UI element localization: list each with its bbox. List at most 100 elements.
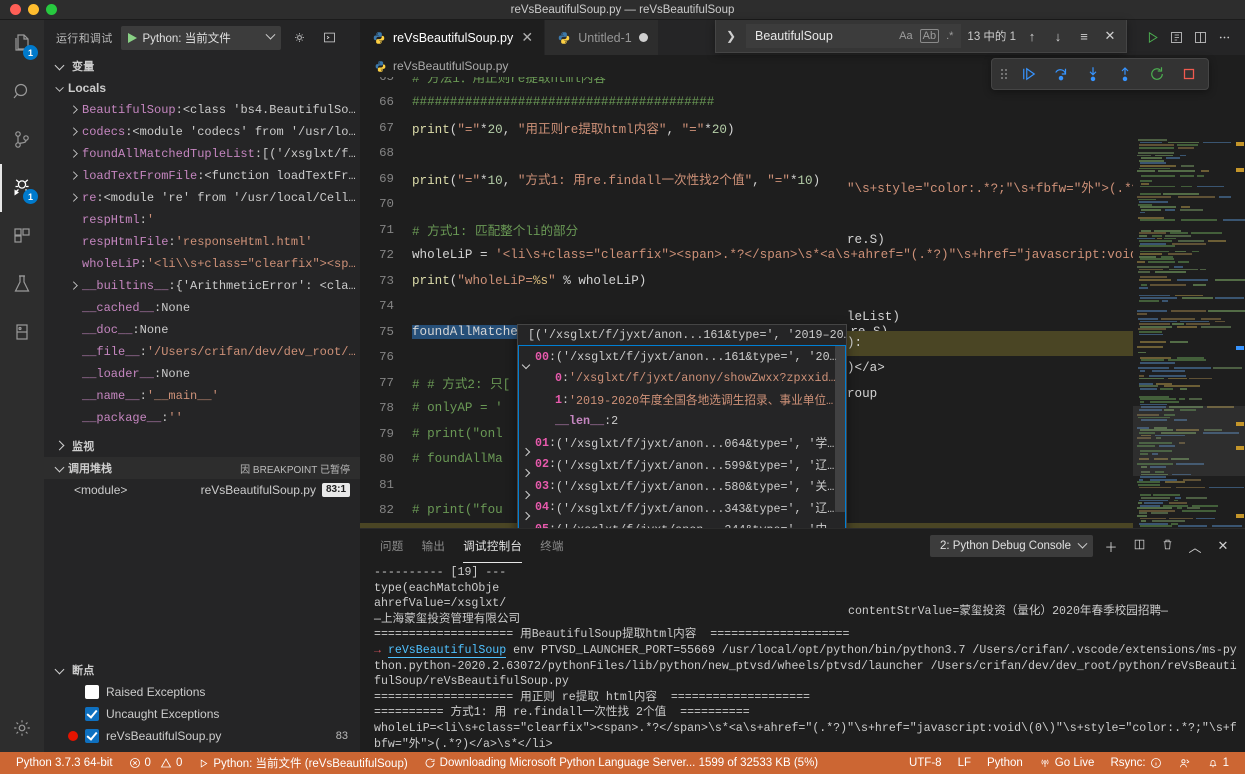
line-number[interactable]: 76 bbox=[360, 350, 412, 364]
drag-handle-icon[interactable] bbox=[996, 67, 1012, 81]
close-icon[interactable]: ✕ bbox=[520, 29, 534, 46]
activitybar-source-control[interactable] bbox=[0, 116, 44, 164]
find-in-selection-button[interactable]: ≡ bbox=[1074, 29, 1094, 44]
debug-continue-button[interactable] bbox=[1014, 61, 1044, 87]
editor-tab-1[interactable]: Untitled-1 bbox=[545, 20, 659, 55]
kill-terminal-button[interactable] bbox=[1157, 538, 1177, 554]
split-terminal-button[interactable] bbox=[1129, 538, 1149, 554]
breakpoint-checkbox[interactable] bbox=[85, 685, 99, 699]
line-number[interactable]: 79 bbox=[360, 427, 412, 441]
minimap-slider[interactable] bbox=[1133, 406, 1245, 476]
chevron-right-icon[interactable] bbox=[67, 191, 81, 205]
open-preview-button[interactable] bbox=[1165, 27, 1187, 49]
variable-row[interactable]: __package__: '' bbox=[44, 407, 360, 429]
variable-row[interactable]: BeautifulSoup: <class 'bs4.BeautifulSoup… bbox=[44, 99, 360, 121]
datatip-row[interactable]: 0: '/xsglxt/f/jyxt/anony/showZwxx?zpxxid… bbox=[519, 368, 845, 390]
variable-row[interactable]: respHtmlFile: 'responseHtml.html' bbox=[44, 231, 360, 253]
panel-tab-debug-console[interactable]: 调试控制台 bbox=[463, 529, 523, 563]
code-editor[interactable]: 65# 方法1：用正则re提取html内容66#################… bbox=[360, 77, 1245, 528]
activitybar-search[interactable] bbox=[0, 68, 44, 116]
close-find-button[interactable]: ✕ bbox=[1100, 28, 1120, 44]
new-terminal-button[interactable]: ＋ bbox=[1101, 537, 1121, 556]
status-eol[interactable]: LF bbox=[950, 752, 979, 774]
variables-scope-locals[interactable]: Locals bbox=[44, 77, 360, 99]
breakpoint-checkbox[interactable] bbox=[85, 729, 99, 743]
line-number[interactable]: 67 bbox=[360, 121, 412, 135]
line-number[interactable]: 65 bbox=[360, 77, 412, 84]
debug-stop-button[interactable] bbox=[1174, 61, 1204, 87]
editor-tab-0[interactable]: reVsBeautifulSoup.py ✕ bbox=[360, 20, 546, 55]
line-number[interactable]: 74 bbox=[360, 299, 412, 313]
variable-row[interactable]: respHtml: ' bbox=[44, 209, 360, 231]
section-watch-header[interactable]: 监视 bbox=[44, 435, 360, 457]
variable-row[interactable]: re: <module 're' from '/usr/local/Cellar… bbox=[44, 187, 360, 209]
close-panel-button[interactable]: ✕ bbox=[1213, 538, 1233, 554]
variable-row[interactable]: wholeLiP: '<li\\s+class="clearfix"><span… bbox=[44, 253, 360, 275]
status-notifications[interactable]: 1 bbox=[1199, 752, 1237, 774]
breakpoint-row[interactable]: reVsBeautifulSoup.py 83 bbox=[44, 725, 360, 747]
status-python-version[interactable]: Python 3.7.3 64-bit bbox=[8, 752, 121, 774]
debug-step-into-button[interactable] bbox=[1078, 61, 1108, 87]
close-window-button[interactable] bbox=[10, 4, 21, 15]
line-number[interactable]: 72 bbox=[360, 248, 412, 262]
datatip-row[interactable]: __len__: 2 bbox=[519, 411, 845, 433]
find-input[interactable]: BeautifulSoup Aa Ab .* bbox=[746, 24, 962, 48]
status-run-config[interactable]: Python: 当前文件 (reVsBeautifulSoup) bbox=[190, 752, 415, 774]
line-number[interactable]: 78 bbox=[360, 401, 412, 415]
section-variables-header[interactable]: 变量 bbox=[44, 55, 360, 77]
maximize-window-button[interactable] bbox=[46, 4, 57, 15]
panel-tab-output[interactable]: 输出 bbox=[422, 529, 446, 563]
datatip-row[interactable]: 1: '2019-2020年度全国各地选调生招录、事业单位人才 bbox=[519, 389, 845, 411]
activitybar-extensions[interactable] bbox=[0, 212, 44, 260]
whole-word-icon[interactable]: Ab bbox=[919, 29, 940, 43]
line-number[interactable]: 73 bbox=[360, 274, 412, 288]
use-regex-icon[interactable]: .* bbox=[943, 30, 956, 42]
callstack-frame[interactable]: <module> reVsBeautifulSoup.py 83:1 bbox=[44, 479, 360, 501]
breakpoint-checkbox[interactable] bbox=[85, 707, 99, 721]
chevron-right-icon[interactable] bbox=[67, 103, 81, 117]
find-previous-button[interactable]: ↑ bbox=[1022, 29, 1042, 44]
minimize-window-button[interactable] bbox=[28, 4, 39, 15]
find-widget[interactable]: ❯ BeautifulSoup Aa Ab .* 13 中的 1 ↑ ↓ ≡ ✕ bbox=[715, 20, 1127, 53]
line-number[interactable]: 80 bbox=[360, 452, 412, 466]
dirty-indicator-icon[interactable] bbox=[638, 33, 648, 42]
variable-row[interactable]: __cached__: None bbox=[44, 297, 360, 319]
activitybar-bookmarks[interactable] bbox=[0, 308, 44, 356]
section-breakpoints-header[interactable]: 断点 bbox=[44, 659, 360, 681]
more-actions-button[interactable] bbox=[1213, 27, 1235, 49]
status-encoding[interactable]: UTF-8 bbox=[901, 752, 950, 774]
launch-config-dropdown[interactable]: Python: 当前文件 bbox=[120, 25, 281, 50]
status-rsync[interactable]: Rsync: bbox=[1102, 752, 1169, 774]
line-number[interactable]: 75 bbox=[360, 325, 412, 339]
status-go-live[interactable]: Go Live bbox=[1031, 752, 1103, 774]
debug-toolbar[interactable] bbox=[991, 58, 1209, 90]
line-number[interactable]: 66 bbox=[360, 95, 412, 109]
variable-row[interactable]: __loader__: None bbox=[44, 363, 360, 385]
datatip-row[interactable]: 05: ('/xsglxt/f/jyxt/anon...344&type=', … bbox=[519, 518, 845, 528]
debug-console-output[interactable]: ---------- [19] --- type(eachMatchObje ahr… bbox=[360, 563, 1245, 768]
datatip-row[interactable]: 03: ('/xsglxt/f/jyxt/anon...580&type=', … bbox=[519, 475, 845, 497]
variable-row[interactable]: loadTextFromFile: <function loadTextFrom… bbox=[44, 165, 360, 187]
debug-step-out-button[interactable] bbox=[1110, 61, 1140, 87]
datatip-row[interactable]: 00: ('/xsglxt/f/jyxt/anon...161&type=', … bbox=[519, 346, 845, 368]
variable-row[interactable]: __file__: '/Users/crifan/dev/dev_root/py… bbox=[44, 341, 360, 363]
window-controls[interactable] bbox=[0, 4, 57, 15]
activitybar-manage[interactable] bbox=[0, 704, 44, 752]
chevron-right-icon[interactable] bbox=[67, 169, 81, 183]
debug-datatip-popup[interactable]: [('/xsglxt/f/jyxt/anon...161&type=', '20… bbox=[517, 324, 847, 528]
status-live-share[interactable] bbox=[1170, 752, 1199, 774]
status-downloading[interactable]: Downloading Microsoft Python Language Se… bbox=[416, 752, 826, 774]
chevron-right-icon[interactable] bbox=[67, 279, 81, 293]
line-number[interactable]: 71 bbox=[360, 223, 412, 237]
breakpoint-row[interactable]: Uncaught Exceptions bbox=[44, 703, 360, 725]
variable-row[interactable]: __doc__: None bbox=[44, 319, 360, 341]
open-launch-json-button[interactable] bbox=[289, 27, 311, 49]
chevron-right-icon[interactable] bbox=[67, 147, 81, 161]
console-selector-dropdown[interactable]: 2: Python Debug Console bbox=[929, 535, 1093, 557]
maximize-panel-button[interactable]: ︿ bbox=[1185, 537, 1205, 556]
datatip-scrollbar[interactable] bbox=[835, 346, 845, 512]
panel-tab-terminal[interactable]: 终端 bbox=[540, 529, 564, 563]
chevron-right-icon[interactable] bbox=[67, 125, 81, 139]
datatip-row[interactable]: 04: ('/xsglxt/f/jyxt/anon...343&type=', … bbox=[519, 497, 845, 519]
variable-row[interactable]: __name__: '__main__' bbox=[44, 385, 360, 407]
